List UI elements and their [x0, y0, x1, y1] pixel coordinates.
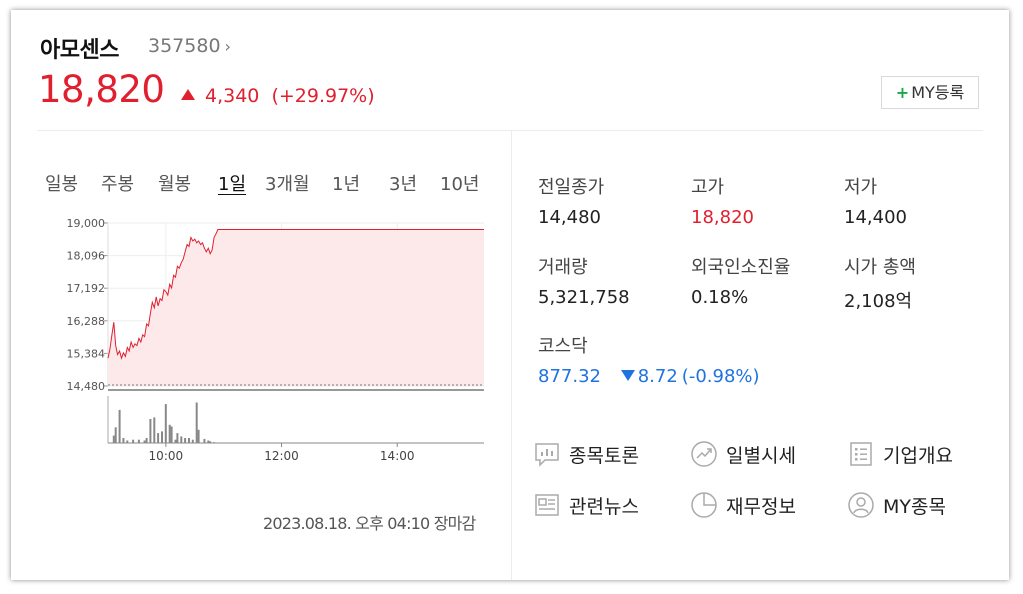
- volume-bar: [114, 427, 117, 443]
- stat-value: 5,321,758: [538, 287, 630, 308]
- volume-bar: [122, 438, 125, 443]
- stat-label: 저가: [844, 177, 878, 198]
- stat-foreign-ratio: 외국인소진율 0.18%: [691, 253, 790, 308]
- divider-vertical: [511, 131, 512, 580]
- stat-label: 외국인소진율: [691, 257, 791, 278]
- y-tick-label: 15,384: [67, 347, 106, 360]
- volume-bar: [176, 433, 179, 443]
- tab-1year[interactable]: 1년: [332, 170, 360, 196]
- x-tick-label: 10:00: [149, 449, 184, 463]
- volume-bar: [118, 409, 121, 443]
- up-triangle-icon: [181, 89, 195, 100]
- market-close-timestamp: 2023.08.18. 오후 04:10 장마감: [263, 514, 476, 533]
- link-discussion[interactable]: 종목토론: [533, 440, 639, 468]
- user-icon: [848, 492, 874, 518]
- volume-bar: [197, 429, 200, 443]
- my-register-label: MY등록: [911, 83, 965, 102]
- intraday-price-chart[interactable]: 19,000 18,096 17,192 16,288 15,384 14,480 10:…: [41, 210, 487, 475]
- link-label: 종목토론: [569, 444, 639, 467]
- kosdaq-label: 코스닥: [538, 336, 588, 357]
- stock-card: 아모센스 357580 › 18,820 4,340 (+29.97%) + MY등…: [11, 10, 1009, 580]
- stat-prev-close: 전일종가 14,480: [538, 173, 604, 228]
- volume-bar: [168, 424, 171, 443]
- tab-3month[interactable]: 3개월: [265, 170, 310, 196]
- price-area: [108, 229, 484, 386]
- volume-bar: [161, 431, 163, 443]
- link-company-overview[interactable]: 기업개요: [847, 440, 953, 468]
- volume-bar: [180, 436, 183, 443]
- pie-chart-icon: [691, 492, 717, 518]
- tab-daily-candle[interactable]: 일봉: [45, 170, 78, 196]
- volume-bar: [184, 438, 187, 443]
- kosdaq-index[interactable]: 코스닥 877.32 8.72 (-0.98%): [538, 332, 760, 387]
- change-percent: (+29.97%): [271, 85, 375, 107]
- plus-icon: +: [895, 83, 910, 102]
- stat-value: 14,400: [844, 207, 907, 228]
- stat-volume: 거래량 5,321,758: [538, 253, 630, 308]
- tab-1day[interactable]: 1일: [218, 170, 246, 196]
- x-tick-label: 14:00: [380, 449, 415, 463]
- x-tick-label: 12:00: [264, 449, 299, 463]
- stat-value: 14,480: [538, 207, 601, 228]
- link-my-stocks[interactable]: MY종목: [847, 491, 946, 519]
- news-icon: [535, 494, 559, 516]
- link-label: 재무정보: [726, 495, 796, 518]
- price-change: 4,340 (+29.97%): [181, 85, 375, 107]
- stock-code-link[interactable]: 357580 ›: [148, 35, 231, 57]
- stat-value: 2,108억: [844, 291, 913, 312]
- y-tick-label: 17,192: [67, 282, 106, 295]
- volume-bar: [153, 417, 156, 443]
- divider-horizontal: [37, 130, 983, 131]
- link-label: 일별시세: [726, 444, 796, 467]
- link-label: 기업개요: [883, 444, 953, 467]
- y-tick-label: 14,480: [67, 380, 106, 393]
- volume-bar: [145, 438, 148, 443]
- kosdaq-value: 877.32: [538, 366, 601, 387]
- volume-bar: [149, 419, 152, 443]
- kosdaq-change-percent: (-0.98%): [681, 366, 760, 387]
- my-register-button[interactable]: + MY등록: [881, 76, 979, 109]
- volume-bar: [188, 438, 190, 443]
- stat-low: 저가 14,400: [844, 173, 907, 228]
- link-label: 관련뉴스: [569, 495, 639, 518]
- stock-code: 357580: [148, 35, 221, 57]
- trend-circle-icon: [691, 441, 717, 467]
- kosdaq-change: 8.72 (-0.98%): [620, 366, 760, 387]
- link-label: MY종목: [883, 495, 946, 518]
- stat-value: 18,820: [691, 207, 754, 228]
- stat-label: 고가: [691, 177, 725, 198]
- list-document-icon: [850, 442, 872, 466]
- tab-3year[interactable]: 3년: [389, 170, 417, 196]
- link-financial-info[interactable]: 재무정보: [690, 491, 796, 519]
- change-amount: 4,340: [205, 85, 260, 107]
- tab-10year[interactable]: 10년: [440, 170, 479, 196]
- tab-monthly-candle[interactable]: 월봉: [158, 170, 191, 196]
- chevron-right-icon: ›: [224, 37, 231, 56]
- link-related-news[interactable]: 관련뉴스: [533, 491, 639, 519]
- volume-bar: [164, 404, 167, 443]
- y-tick-label: 19,000: [67, 217, 106, 230]
- stat-market-cap: 시가 총액 2,108억: [844, 253, 916, 313]
- tab-weekly-candle[interactable]: 주봉: [101, 170, 134, 196]
- link-daily-price[interactable]: 일별시세: [690, 440, 796, 468]
- stat-value: 0.18%: [691, 287, 749, 308]
- volume-bar: [112, 435, 115, 443]
- y-tick-label: 18,096: [67, 250, 106, 263]
- stat-label: 거래량: [538, 257, 588, 278]
- stat-label: 전일종가: [538, 177, 605, 198]
- stock-name[interactable]: 아모센스: [40, 32, 119, 64]
- kosdaq-change-amount: 8.72: [637, 366, 678, 387]
- volume-bar: [203, 438, 206, 443]
- volume-bar: [157, 433, 160, 443]
- volume-bar: [195, 402, 198, 443]
- stat-label: 시가 총액: [844, 257, 916, 278]
- chart-board-icon: [535, 443, 559, 467]
- down-triangle-icon: [620, 370, 635, 381]
- y-tick-label: 16,288: [67, 315, 106, 328]
- kosdaq-values: 877.32 8.72 (-0.98%): [538, 366, 760, 387]
- volume-bar: [170, 426, 173, 443]
- current-price: 18,820: [38, 68, 165, 111]
- stat-high: 고가 18,820: [691, 173, 754, 228]
